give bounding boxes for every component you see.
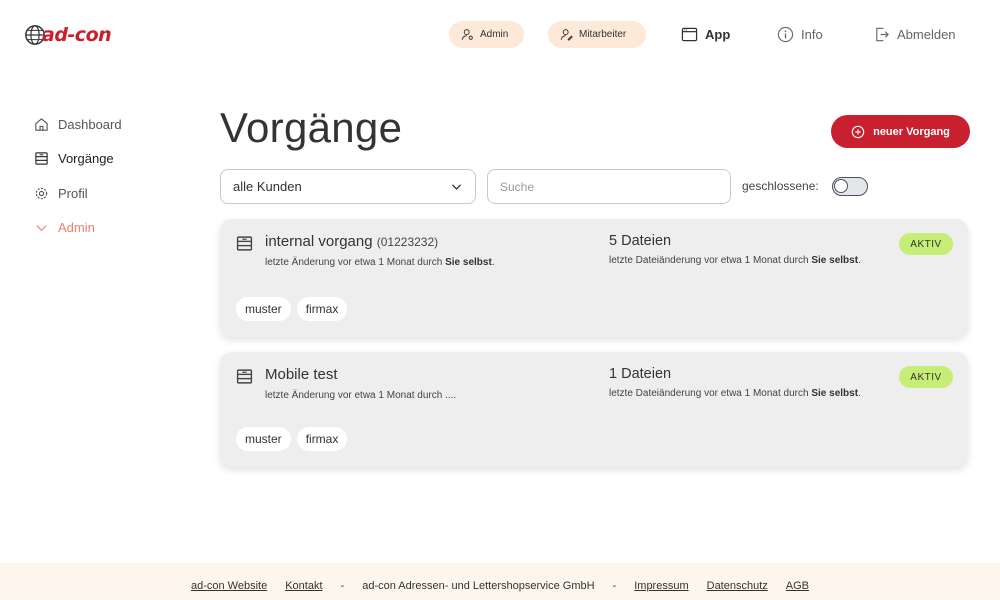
customer-select-value: alle Kunden bbox=[233, 179, 302, 194]
logo-text: ad-con bbox=[42, 24, 112, 46]
vorgang-title[interactable]: internal vorgang (01223232) bbox=[265, 233, 438, 250]
app-label: App bbox=[705, 26, 731, 42]
website-link[interactable]: ad-con Website bbox=[191, 580, 267, 592]
tag[interactable]: firmax bbox=[296, 427, 348, 451]
last-change-text: letzte Änderung vor etwa 1 Monat durch bbox=[265, 257, 446, 268]
admin-button[interactable]: Admin bbox=[449, 21, 524, 48]
file-change-text: letzte Dateiänderung vor etwa 1 Monat du… bbox=[609, 388, 812, 399]
search-input[interactable] bbox=[487, 169, 731, 204]
file-change-text: letzte Dateiänderung vor etwa 1 Monat du… bbox=[609, 255, 812, 266]
info-link[interactable]: Info bbox=[777, 24, 823, 44]
footer: ad-con Website Kontakt - ad-con Adressen… bbox=[0, 563, 1000, 600]
sidebar-item-label: Admin bbox=[58, 220, 95, 235]
sidebar-item-admin[interactable]: Admin bbox=[34, 216, 204, 240]
sidebar-item-label: Vorgänge bbox=[58, 151, 114, 166]
file-change-suffix: . bbox=[858, 388, 861, 399]
home-icon bbox=[35, 117, 48, 131]
page-title: Vorgänge bbox=[220, 104, 403, 151]
logout-link[interactable]: Abmelden bbox=[873, 24, 956, 44]
footer-separator: - bbox=[612, 579, 617, 592]
vorgang-card[interactable]: internal vorgang (01223232) letzte Änder… bbox=[220, 219, 968, 337]
sidebar-item-profil[interactable]: Profil bbox=[34, 181, 204, 205]
mitarbeiter-button[interactable]: Mitarbeiter bbox=[548, 21, 646, 48]
sidebar-item-label: Profil bbox=[58, 185, 88, 201]
header: ad-con Admin Mitarbeiter App Info Abmeld… bbox=[0, 0, 1000, 68]
file-change-user: Sie selbst bbox=[811, 255, 859, 266]
last-change-user: Sie selbst bbox=[445, 257, 492, 268]
sidebar-item-dashboard[interactable]: Dashboard bbox=[34, 112, 204, 136]
mitarbeiter-label: Mitarbeiter bbox=[579, 29, 627, 40]
logout-label: Abmelden bbox=[897, 26, 956, 42]
file-change-user: Sie selbst bbox=[811, 388, 859, 399]
closed-toggle[interactable] bbox=[832, 177, 868, 196]
company-name: ad-con Adressen- und Lettershopservice G… bbox=[362, 579, 595, 592]
info-label: Info bbox=[801, 26, 823, 42]
sidebar-item-label: Dashboard bbox=[58, 116, 122, 132]
status-badge: AKTIV bbox=[899, 233, 953, 255]
logout-icon bbox=[876, 27, 889, 41]
vorgang-title[interactable]: Mobile test bbox=[265, 366, 338, 383]
vorgang-last-change: letzte Änderung vor etwa 1 Monat durch S… bbox=[265, 256, 505, 270]
tag-list: muster firmax bbox=[236, 297, 353, 321]
vorgang-name: Mobile test bbox=[265, 366, 338, 383]
user-gear-icon bbox=[461, 29, 473, 40]
new-vorgang-button[interactable]: neuer Vorgang bbox=[831, 115, 970, 148]
archive-icon bbox=[35, 152, 48, 165]
gear-icon bbox=[35, 187, 48, 199]
sidebar-item-vorgaenge[interactable]: Vorgänge bbox=[34, 147, 204, 171]
sidebar: Dashboard Vorgänge Profil Admin bbox=[34, 112, 204, 250]
chevron-down-icon bbox=[451, 184, 462, 190]
logo[interactable]: ad-con bbox=[24, 22, 112, 48]
window-icon bbox=[681, 27, 698, 41]
tag[interactable]: muster bbox=[236, 297, 291, 321]
vorgang-card[interactable]: Mobile test letzte Änderung vor etwa 1 M… bbox=[220, 352, 968, 467]
archive-icon bbox=[236, 236, 253, 251]
archive-icon bbox=[236, 369, 253, 384]
customer-select[interactable]: alle Kunden bbox=[220, 169, 476, 204]
terms-link[interactable]: AGB bbox=[786, 580, 809, 592]
file-count: 5 Dateien bbox=[609, 233, 672, 249]
closed-label: geschlossene: bbox=[742, 179, 819, 193]
toggle-knob bbox=[834, 179, 848, 193]
status-badge: AKTIV bbox=[899, 366, 953, 388]
file-last-change: letzte Dateiänderung vor etwa 1 Monat du… bbox=[609, 253, 869, 268]
user-edit-icon bbox=[560, 29, 573, 41]
tag[interactable]: muster bbox=[236, 427, 291, 451]
chevron-down-icon bbox=[36, 225, 47, 232]
tag[interactable]: firmax bbox=[296, 297, 348, 321]
app-link[interactable]: App bbox=[681, 24, 730, 44]
new-vorgang-label: neuer Vorgang bbox=[873, 125, 950, 138]
info-icon bbox=[777, 26, 794, 42]
plus-circle-icon bbox=[851, 125, 865, 138]
last-change-suffix: . bbox=[491, 257, 495, 268]
imprint-link[interactable]: Impressum bbox=[634, 580, 688, 592]
vorgang-last-change: letzte Änderung vor etwa 1 Monat durch .… bbox=[265, 390, 457, 401]
file-change-suffix: . bbox=[858, 255, 861, 266]
privacy-link[interactable]: Datenschutz bbox=[707, 580, 768, 592]
footer-separator: - bbox=[340, 579, 345, 592]
tag-list: muster firmax bbox=[236, 427, 353, 451]
vorgang-number: (01223232) bbox=[376, 235, 439, 249]
file-last-change: letzte Dateiänderung vor etwa 1 Monat du… bbox=[609, 386, 869, 401]
file-count: 1 Dateien bbox=[609, 366, 672, 382]
admin-label: Admin bbox=[480, 29, 509, 40]
vorgang-name: internal vorgang bbox=[265, 233, 373, 250]
contact-link[interactable]: Kontakt bbox=[285, 580, 322, 592]
